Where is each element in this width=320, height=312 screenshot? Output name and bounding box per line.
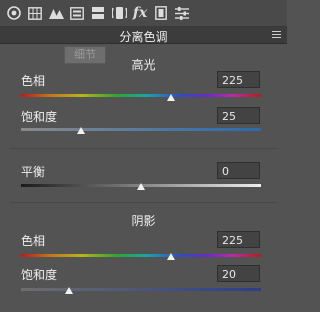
divider — [10, 148, 277, 149]
shadows-hue-slider[interactable] — [21, 254, 261, 257]
highlights-saturation-thumb[interactable] — [77, 127, 85, 134]
sliders-icon[interactable] — [172, 3, 192, 23]
fx-icon[interactable]: fx — [130, 3, 150, 23]
split-toning-icon[interactable] — [88, 3, 108, 23]
grid-icon[interactable] — [25, 3, 45, 23]
bars-icon[interactable] — [67, 3, 87, 23]
aperture-icon[interactable] — [4, 3, 24, 23]
film-strip-icon[interactable] — [151, 3, 171, 23]
shadows-hue-label: 色相 — [21, 234, 46, 248]
lens-icon[interactable] — [109, 3, 129, 23]
toolbar: fx — [0, 0, 287, 27]
highlights-hue-thumb[interactable] — [167, 94, 175, 101]
highlights-hue-input[interactable]: 225 — [217, 71, 260, 88]
shadows-saturation-input[interactable]: 20 — [217, 265, 260, 282]
highlights-saturation-slider[interactable] — [21, 128, 261, 131]
highlights-saturation-input[interactable]: 25 — [217, 107, 260, 124]
highlights-hue-slider[interactable] — [21, 94, 261, 97]
panel-header: 分离色调 — [0, 27, 287, 44]
shadows-hue-thumb[interactable] — [167, 253, 175, 260]
shadows-saturation-slider[interactable] — [21, 288, 261, 291]
shadows-title: 阴影 — [131, 214, 156, 228]
mountains-icon[interactable] — [46, 3, 66, 23]
highlights-saturation-label: 饱和度 — [21, 110, 58, 124]
balance-thumb[interactable] — [137, 183, 145, 190]
panel-menu-icon[interactable] — [272, 31, 281, 39]
tooltip: 细节 — [64, 46, 106, 64]
shadows-hue-input[interactable]: 225 — [217, 231, 260, 248]
highlights-hue-label: 色相 — [21, 74, 46, 88]
shadows-saturation-label: 饱和度 — [21, 268, 58, 282]
divider — [10, 202, 277, 203]
balance-input[interactable]: 0 — [217, 162, 260, 179]
panel-title: 分离色调 — [119, 30, 168, 44]
shadows-saturation-thumb[interactable] — [65, 287, 73, 294]
balance-label: 平衡 — [21, 165, 46, 179]
